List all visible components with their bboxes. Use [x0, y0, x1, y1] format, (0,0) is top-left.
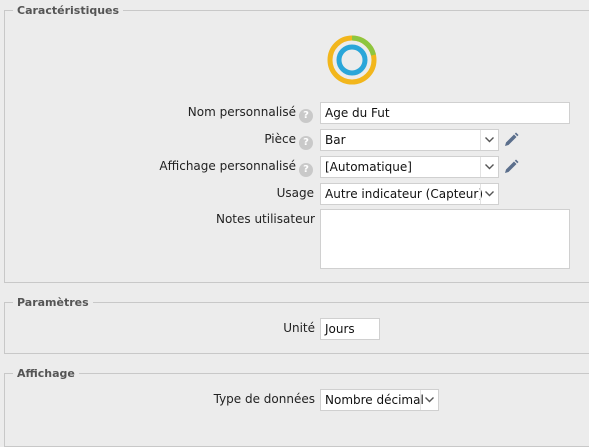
affichage-title: Affichage — [17, 367, 75, 380]
chevron-down-icon[interactable] — [480, 130, 498, 150]
affichage-section: Affichage — [4, 367, 589, 447]
type-donnees-label: Type de données — [213, 392, 315, 406]
chevron-down-icon[interactable] — [480, 184, 498, 204]
affichage-perso-label: Affichage personnalisé? — [159, 159, 313, 177]
ring-gauge-icon — [327, 35, 377, 85]
help-icon[interactable]: ? — [299, 163, 313, 177]
affichage-perso-value: [Automatique] — [325, 160, 412, 174]
type-donnees-select[interactable]: Nombre décimal — [320, 389, 439, 411]
type-donnees-value: Nombre décimal — [325, 393, 424, 407]
notes-label: Notes utilisateur — [215, 212, 315, 226]
notes-textarea[interactable] — [320, 209, 570, 269]
nom-input[interactable]: Age du Fut — [320, 102, 570, 124]
unite-label: Unité — [283, 321, 315, 335]
piece-value: Bar — [325, 133, 346, 147]
pencil-edit-icon[interactable] — [503, 132, 519, 148]
piece-label: Pièce? — [264, 132, 313, 150]
affichage-perso-select[interactable]: [Automatique] — [320, 156, 499, 178]
parametres-title: Paramètres — [17, 296, 89, 309]
chevron-down-icon[interactable] — [480, 157, 498, 177]
nom-label: Nom personnalisé? — [188, 105, 313, 123]
help-icon[interactable]: ? — [299, 136, 313, 150]
piece-select[interactable]: Bar — [320, 129, 499, 151]
pencil-edit-icon[interactable] — [503, 159, 519, 175]
chevron-down-icon[interactable] — [420, 390, 438, 410]
unite-input[interactable]: Jours — [320, 318, 380, 340]
usage-select[interactable]: Autre indicateur (Capteur) — [320, 183, 499, 205]
caracteristiques-title: Caractéristiques — [17, 4, 120, 17]
help-icon[interactable]: ? — [299, 109, 313, 123]
usage-label: Usage — [276, 186, 314, 200]
usage-value: Autre indicateur (Capteur) — [325, 187, 484, 201]
